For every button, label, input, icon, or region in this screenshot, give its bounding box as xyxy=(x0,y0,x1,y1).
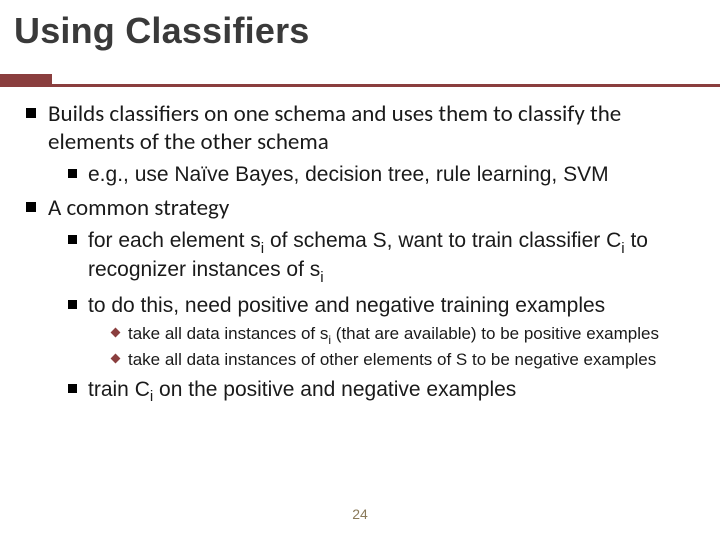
page-number: 24 xyxy=(0,506,720,522)
bullet-2: A common strategy for each element si of… xyxy=(24,194,696,406)
bullet-1a-text: e.g., use Naïve Bayes, decision tree, ru… xyxy=(88,163,609,186)
sym-s2: s xyxy=(310,258,321,281)
rule-line xyxy=(0,84,720,87)
sym-C-sub: i xyxy=(621,240,624,257)
slide-title: Using Classifiers xyxy=(14,10,310,52)
bullet-1: Builds classifiers on one schema and use… xyxy=(24,100,696,188)
bullet-2b2: take all data instances of other element… xyxy=(110,349,696,370)
title-rule xyxy=(0,74,720,87)
diamond-icon xyxy=(110,353,120,363)
bullet-2a: for each element si of schema S, want to… xyxy=(66,228,696,287)
bullet-2c: train Ci on the positive and negative ex… xyxy=(66,377,696,407)
content-area: Builds classifiers on one schema and use… xyxy=(24,100,696,412)
rule-tab xyxy=(0,74,52,84)
bullet-2b: to do this, need positive and negative t… xyxy=(66,293,696,371)
slide: Using Classifiers Builds classifiers on … xyxy=(0,0,720,540)
bullet-2-text: A common strategy xyxy=(48,194,229,222)
bullet-2c-post: on the positive and negative examples xyxy=(153,378,516,401)
bullet-list: Builds classifiers on one schema and use… xyxy=(24,100,696,406)
diamond-icon xyxy=(110,327,120,337)
sym-s2-sub: i xyxy=(320,269,323,286)
bullet-1a: e.g., use Naïve Bayes, decision tree, ru… xyxy=(66,162,696,188)
sym-s-sub: i xyxy=(261,240,264,257)
bullet-2a-mid1: of schema S, want to train classifier xyxy=(264,229,606,252)
bullet-1-text: Builds classifiers on one schema and use… xyxy=(48,100,621,156)
bullet-2c-pre: train xyxy=(88,378,135,401)
bullet-2b1: take all data instances of si (that are … xyxy=(110,323,696,348)
sym-C: C xyxy=(606,229,621,252)
bullet-2a-pre: for each element xyxy=(88,229,250,252)
bullet-2b-text: to do this, need positive and negative t… xyxy=(88,294,605,317)
sym-s: s xyxy=(250,229,261,252)
sym-C2-sub: i xyxy=(150,388,153,405)
bullet-2b2-text: take all data instances of other element… xyxy=(128,350,656,369)
bullet-2b1-pre: take all data instances of xyxy=(128,324,320,343)
bullet-2b1-post: (that are available) to be positive exam… xyxy=(331,324,659,343)
sym-C2: C xyxy=(135,378,150,401)
sym-s3-sub: i xyxy=(328,333,331,347)
